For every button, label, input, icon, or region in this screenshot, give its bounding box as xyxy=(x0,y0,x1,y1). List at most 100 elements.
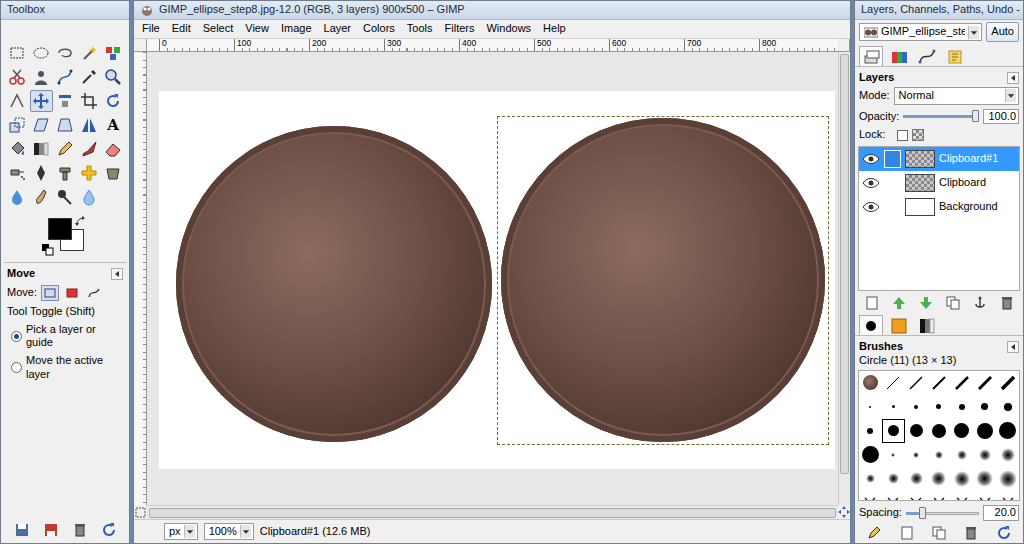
brush-cell[interactable] xyxy=(928,395,951,419)
tool-button[interactable] xyxy=(6,66,29,88)
ruler-corner[interactable] xyxy=(134,39,147,52)
brush-cell[interactable] xyxy=(928,443,951,467)
selection-marquee[interactable] xyxy=(497,116,829,445)
layer-row[interactable]: Clipboard#1 xyxy=(859,147,1019,171)
dock-tab[interactable] xyxy=(915,46,939,66)
scrollbar-thumb[interactable] xyxy=(840,54,849,474)
brush-cell[interactable] xyxy=(973,395,996,419)
eye-icon[interactable] xyxy=(862,199,880,215)
lower-layer-icon[interactable] xyxy=(918,295,934,311)
tool-button[interactable] xyxy=(6,42,29,64)
brush-cell[interactable] xyxy=(905,443,928,467)
edit-brush-icon[interactable] xyxy=(866,525,882,541)
lock-checkbox[interactable] xyxy=(897,130,908,141)
horizontal-ruler[interactable]: 0100200300400500600700800 xyxy=(147,39,838,52)
image-selector[interactable]: GIMP_ellipse_step8.jpg-12 xyxy=(859,23,982,41)
opacity-value[interactable]: 100.0 xyxy=(983,109,1019,125)
brush-cell[interactable] xyxy=(996,395,1019,419)
brush-cell[interactable] xyxy=(859,395,882,419)
brush-cell[interactable] xyxy=(973,419,996,443)
brush-cell[interactable] xyxy=(973,467,996,491)
slider-handle[interactable] xyxy=(919,507,926,519)
dock-tab[interactable] xyxy=(915,315,939,335)
navigate-icon[interactable] xyxy=(838,505,850,519)
brush-cell[interactable] xyxy=(928,491,951,502)
brush-cell[interactable] xyxy=(859,419,882,443)
spacing-slider[interactable] xyxy=(906,506,979,520)
layer-name[interactable]: Clipboard#1 xyxy=(939,152,998,166)
tool-button[interactable]: A xyxy=(102,114,125,136)
new-brush-icon[interactable] xyxy=(899,525,915,541)
tool-button[interactable] xyxy=(54,186,77,208)
layer-name[interactable]: Clipboard xyxy=(939,176,986,190)
tool-button[interactable] xyxy=(30,138,53,160)
slider-handle[interactable] xyxy=(972,110,979,122)
brush-cell[interactable] xyxy=(859,491,882,502)
brush-cell[interactable] xyxy=(996,443,1019,467)
dock-tab[interactable] xyxy=(859,315,883,335)
brush-cell[interactable] xyxy=(996,467,1019,491)
tool-button[interactable] xyxy=(54,138,77,160)
spacing-value[interactable]: 20.0 xyxy=(983,505,1019,521)
tool-button[interactable] xyxy=(6,186,29,208)
menu-item[interactable]: View xyxy=(239,21,275,37)
tool-button[interactable] xyxy=(78,66,101,88)
tool-button[interactable] xyxy=(6,138,29,160)
lock-alpha-icon[interactable] xyxy=(912,129,924,141)
tool-button[interactable] xyxy=(102,162,125,184)
brush-cell[interactable] xyxy=(882,395,905,419)
dock-tab[interactable] xyxy=(859,46,883,66)
vertical-ruler[interactable] xyxy=(134,52,147,505)
panel-menu-button[interactable] xyxy=(1007,341,1019,353)
brush-cell[interactable] xyxy=(973,491,996,502)
foreground-color[interactable] xyxy=(48,218,72,240)
unit-dropdown[interactable]: px xyxy=(164,523,198,541)
menu-item[interactable]: Layer xyxy=(318,21,358,37)
layer-row[interactable]: Clipboard xyxy=(859,171,1019,195)
delete-layer-icon[interactable] xyxy=(999,295,1015,311)
brush-cell[interactable] xyxy=(928,371,951,395)
panel-menu-button[interactable] xyxy=(111,268,123,280)
menu-item[interactable]: Filters xyxy=(439,21,481,37)
new-layer-icon[interactable] xyxy=(864,295,880,311)
menu-item[interactable]: Windows xyxy=(480,21,537,37)
raise-layer-icon[interactable] xyxy=(891,295,907,311)
vertical-scrollbar[interactable] xyxy=(838,52,850,505)
move-option-radio[interactable]: Move the active layer xyxy=(7,354,123,382)
tool-button[interactable] xyxy=(54,90,77,112)
opacity-slider[interactable] xyxy=(903,109,979,123)
brush-cell[interactable] xyxy=(973,371,996,395)
duplicate-brush-icon[interactable] xyxy=(931,525,947,541)
tool-button[interactable] xyxy=(78,162,101,184)
tool-button[interactable] xyxy=(102,42,125,64)
menu-item[interactable]: File xyxy=(136,21,166,37)
brush-cell[interactable] xyxy=(905,371,928,395)
brush-cell[interactable] xyxy=(973,443,996,467)
brush-cell[interactable] xyxy=(996,419,1019,443)
brush-cell[interactable] xyxy=(905,419,928,443)
brush-cell[interactable] xyxy=(928,419,951,443)
brush-cell[interactable] xyxy=(882,419,905,443)
panel-menu-button[interactable] xyxy=(1007,72,1019,84)
brush-cell[interactable] xyxy=(905,491,928,502)
reset-icon[interactable] xyxy=(101,522,117,538)
menu-item[interactable]: Edit xyxy=(166,21,197,37)
brush-cell[interactable] xyxy=(882,443,905,467)
tool-button[interactable] xyxy=(30,162,53,184)
tool-button[interactable] xyxy=(102,66,125,88)
tool-button[interactable] xyxy=(54,66,77,88)
eye-icon[interactable] xyxy=(862,151,880,167)
tool-button[interactable] xyxy=(6,90,29,112)
tool-button[interactable] xyxy=(30,114,53,136)
mode-dropdown[interactable]: Normal xyxy=(894,87,1019,105)
brush-cell[interactable] xyxy=(882,371,905,395)
brush-cell[interactable] xyxy=(905,467,928,491)
reset-colors-icon[interactable] xyxy=(42,244,54,256)
menu-item[interactable]: Help xyxy=(537,21,572,37)
tool-button[interactable] xyxy=(30,42,53,64)
menu-item[interactable]: Tools xyxy=(401,21,439,37)
brush-cell[interactable] xyxy=(996,371,1019,395)
delete-brush-icon[interactable] xyxy=(963,525,979,541)
quick-mask-icon[interactable] xyxy=(134,505,147,519)
scrollbar-thumb[interactable] xyxy=(149,508,836,518)
